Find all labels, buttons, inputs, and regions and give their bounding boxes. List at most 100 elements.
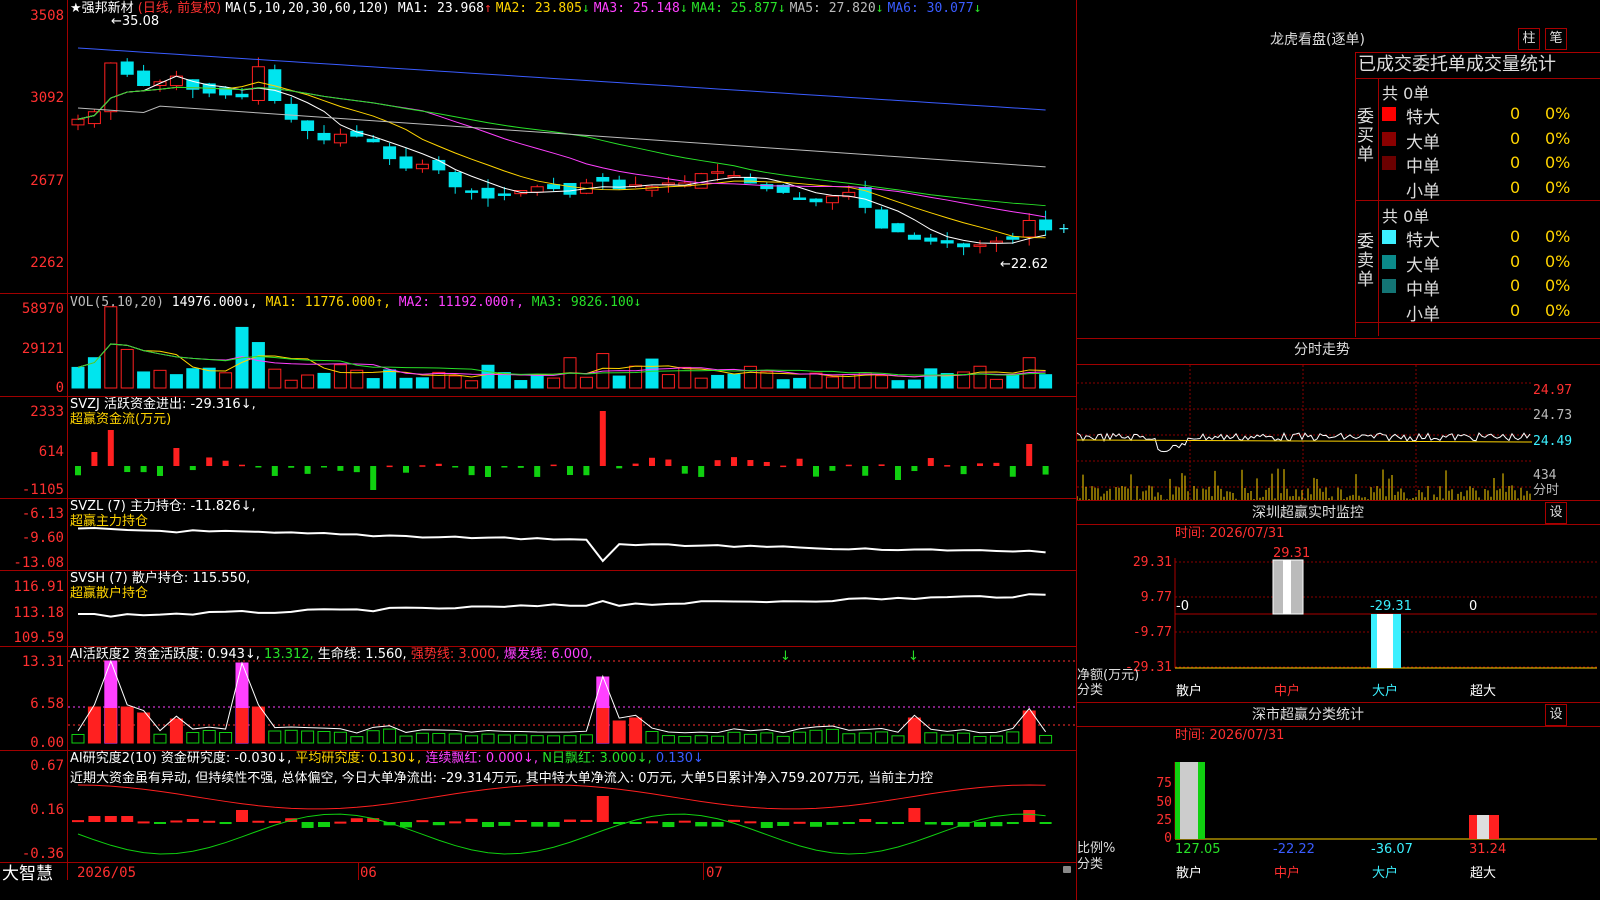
- class-settings-button[interactable]: 设: [1545, 704, 1567, 726]
- flow-bar: [485, 466, 491, 477]
- research-bar: [629, 822, 642, 824]
- monitor-value: 29.31: [1273, 546, 1310, 561]
- research-bar: [842, 822, 855, 824]
- volume-bar: [776, 379, 790, 389]
- flow-bar: [206, 457, 213, 466]
- research-bar: [1006, 822, 1019, 825]
- volume-bar: [366, 378, 380, 389]
- research-bar: [1023, 810, 1036, 822]
- volume-chart[interactable]: [68, 294, 1076, 396]
- volume-bar: [186, 368, 200, 389]
- research-bar: [252, 820, 265, 823]
- activity-bar: [1022, 710, 1036, 744]
- order-count: 0: [1510, 227, 1521, 246]
- activity-bar: [366, 730, 380, 744]
- candle: [301, 120, 315, 132]
- volume-bar: [415, 377, 429, 389]
- activity-bar: [301, 730, 315, 744]
- monitor-axis-label: 29.31: [1133, 555, 1172, 570]
- activity-chart[interactable]: ↓ ↓: [68, 647, 1076, 750]
- activity-bar: [973, 735, 987, 744]
- activity-bar: [875, 731, 889, 744]
- research-bar: [465, 818, 478, 822]
- candle: [383, 146, 397, 160]
- date-label: 07: [706, 865, 723, 881]
- flow-bar: [813, 466, 819, 477]
- candle: [940, 240, 954, 244]
- volume-bar: [399, 377, 413, 389]
- candlestick-chart[interactable]: +: [68, 14, 1076, 293]
- volume-bar: [1006, 373, 1020, 389]
- intraday-chart[interactable]: [1077, 365, 1532, 500]
- class-title: 深市超赢分类统计: [1252, 707, 1364, 723]
- flow-bar: [714, 460, 721, 466]
- main-force-chart[interactable]: [68, 499, 1076, 570]
- class-value: -36.07: [1371, 842, 1413, 857]
- order-size-label: 特大: [1406, 108, 1440, 128]
- volume-bar: [284, 379, 298, 389]
- order-size-label: 特大: [1406, 231, 1440, 251]
- high-price-marker: ←35.08: [111, 14, 160, 29]
- flow-bar: [321, 466, 327, 468]
- order-color-swatch: [1382, 180, 1396, 195]
- order-color-swatch: [1382, 303, 1396, 318]
- volume-bar: [71, 366, 85, 389]
- flow-bar: [927, 458, 934, 466]
- volume-bar: [760, 371, 774, 389]
- category-label: 大户: [1372, 866, 1399, 881]
- divider: [1355, 78, 1600, 79]
- flow-bar: [895, 466, 901, 480]
- lock-icon[interactable]: [1063, 866, 1071, 873]
- candle: [793, 197, 807, 200]
- candle: [694, 173, 708, 189]
- order-stats-header: 已成交委托单成交量统计: [1358, 54, 1556, 75]
- pen-mode-button[interactable]: 笔: [1545, 28, 1567, 50]
- volume-bar: [579, 376, 593, 389]
- fund-flow-chart[interactable]: [68, 397, 1076, 498]
- volume-bar: [448, 375, 462, 389]
- order-percent: 0%: [1545, 128, 1571, 148]
- flow-bar: [517, 466, 524, 468]
- flow-bar: [681, 466, 688, 474]
- flow-bar: [862, 466, 869, 476]
- date-label: 2026/05: [77, 865, 137, 881]
- candle: [481, 187, 495, 199]
- research-bar: [810, 822, 822, 827]
- activity-bar: [612, 720, 626, 744]
- brand-logo[interactable]: 大智慧: [2, 864, 53, 884]
- volume-bar: [169, 374, 183, 389]
- research-bar: [301, 822, 314, 828]
- monitor-bar-highlight: [1377, 614, 1393, 668]
- research-bar: [432, 822, 445, 826]
- candle: [891, 223, 905, 233]
- research-bar: [186, 818, 199, 822]
- activity-bar: [333, 731, 347, 744]
- flow-bar: [189, 466, 196, 471]
- ai1-axis-label: 13.31: [21, 654, 64, 670]
- research-bar: [137, 821, 150, 824]
- monitor-settings-button[interactable]: 设: [1545, 502, 1567, 524]
- flow-bar: [583, 466, 590, 476]
- bar-mode-button[interactable]: 柱: [1518, 28, 1540, 50]
- volume-bar: [514, 380, 528, 389]
- candle: [317, 132, 331, 141]
- activity-bar: [547, 735, 561, 744]
- flow-bar: [157, 466, 163, 476]
- category-label: 散户: [1176, 684, 1203, 699]
- class-chart[interactable]: 75 50 25 0127.05 -22.22 -36.07 31.24: [1077, 742, 1597, 867]
- retail-chart[interactable]: [68, 571, 1076, 646]
- flow-bar: [501, 466, 508, 468]
- monitor-chart[interactable]: 29.319.77-9.77-29.3129.31-0 -29.31 0: [1077, 540, 1597, 680]
- research-bar: [236, 810, 248, 822]
- research-chart[interactable]: [68, 751, 1076, 862]
- activity-bar: [530, 735, 544, 744]
- research-bar: [350, 818, 363, 822]
- volume-bar: [825, 376, 839, 389]
- class-axis-label: 50: [1156, 795, 1172, 810]
- volume-bar: [711, 374, 725, 389]
- activity-bar: [727, 731, 741, 744]
- flow-bar: [944, 465, 951, 467]
- volume-bar: [1039, 374, 1053, 389]
- order-size-label: 大单: [1406, 132, 1440, 153]
- lhb-title: 龙虎看盘(逐单): [1270, 32, 1365, 48]
